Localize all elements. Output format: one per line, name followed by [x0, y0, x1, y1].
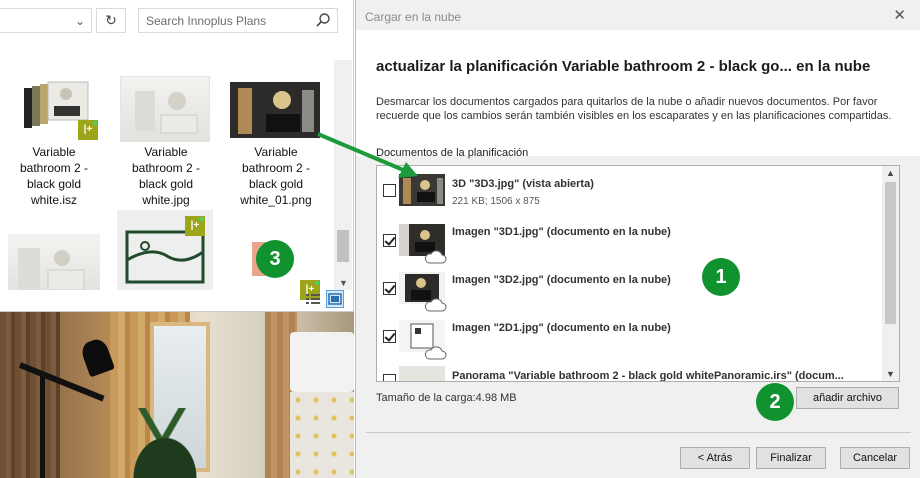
cloud-sync-badge-icon: |+ [185, 216, 205, 236]
document-checkbox[interactable] [383, 330, 396, 343]
divider [366, 432, 911, 433]
list-item[interactable]: Imagen "3D2.jpg" (documento en la nube) [377, 268, 882, 316]
upload-to-cloud-dialog: Cargar en la nube ✕ actualizar la planif… [355, 0, 920, 478]
list-item[interactable]: Imagen "3D1.jpg" (documento en la nube) [377, 220, 882, 268]
file-name: Variable bathroom 2 - black gold white.j… [131, 145, 201, 207]
file-item[interactable]: |+ [117, 210, 213, 290]
file-item[interactable] [0, 226, 110, 291]
file-item[interactable]: |+ Variable bathroom 2 - black gold whit… [0, 70, 110, 210]
jpg-thumbnail [120, 76, 210, 142]
list-item[interactable]: Imagen "2D1.jpg" (documento en la nube) [377, 316, 882, 364]
document-checkbox[interactable] [383, 282, 396, 295]
dialog-heading: actualizar la planificación Variable bat… [376, 58, 871, 75]
document-name: Panorama "Variable bathroom 2 - black go… [452, 370, 844, 382]
cloud-icon [424, 298, 447, 312]
file-item[interactable]: Variable bathroom 2 - black gold white.j… [112, 70, 222, 210]
cancel-button[interactable]: Cancelar [840, 447, 910, 469]
step-marker-3: 3 [256, 240, 294, 278]
address-bar[interactable]: ⌄ [0, 8, 92, 33]
document-checkbox[interactable] [383, 234, 396, 247]
finish-button[interactable]: Finalizar [756, 447, 826, 469]
3d-scene-background [0, 312, 354, 478]
dialog-header: actualizar la planificación Variable bat… [356, 30, 920, 156]
hex-tiles [290, 392, 354, 478]
document-checkbox[interactable] [383, 374, 396, 381]
floor-lamp [40, 372, 45, 478]
wood-panel [0, 312, 60, 478]
documents-list[interactable]: 3D "3D3.jpg" (vista abierta) 221 KB; 150… [376, 165, 900, 382]
jpg-thumbnail [8, 234, 100, 291]
plant [110, 408, 220, 478]
refresh-button[interactable]: ↻ [96, 8, 126, 33]
document-name: Imagen "3D1.jpg" (documento en la nube) [452, 226, 671, 238]
documents-list-scrollbar[interactable]: ▲ ▼ [882, 166, 899, 381]
step-marker-1: 1 [702, 258, 740, 296]
refresh-icon: ↻ [105, 12, 117, 28]
cloud-icon [424, 346, 447, 360]
details-view-button[interactable] [304, 290, 322, 308]
step-marker-2: 2 [756, 383, 794, 421]
document-details: 221 KB; 1506 x 875 [452, 196, 540, 207]
scroll-up-arrow-icon[interactable]: ▲ [886, 168, 895, 178]
search-icon[interactable] [315, 12, 331, 28]
document-thumbnail [399, 366, 445, 381]
scroll-down-arrow-icon[interactable]: ▼ [886, 369, 895, 379]
upload-size-label: Tamaño de la carga:4.98 MB [376, 392, 517, 404]
dialog-description: Desmarcar los documentos cargados para q… [376, 96, 892, 122]
scrollbar-thumb[interactable] [885, 182, 896, 324]
document-name: Imagen "2D1.jpg" (documento en la nube) [452, 322, 671, 334]
document-name: Imagen "3D2.jpg" (documento en la nube) [452, 274, 671, 286]
scroll-down-arrow-icon[interactable]: ▼ [339, 278, 348, 288]
large-icons-view-icon [328, 293, 342, 305]
scrollbar-thumb[interactable] [337, 230, 349, 262]
drag-arrow-annotation [317, 132, 418, 178]
cloud-sync-badge-icon: |+ [78, 120, 98, 140]
search-box[interactable] [138, 8, 338, 33]
cloud-icon [424, 250, 447, 264]
file-name: Variable bathroom 2 - black gold white.i… [19, 145, 89, 207]
dialog-title: Cargar en la nube [365, 10, 462, 24]
close-icon[interactable]: ✕ [893, 6, 906, 24]
details-view-icon [306, 294, 320, 304]
explorer-toolbar: ⌄ ↻ [0, 4, 354, 38]
search-input[interactable] [139, 9, 309, 32]
chevron-down-icon[interactable]: ⌄ [75, 14, 85, 28]
sink [290, 332, 354, 392]
document-name: 3D "3D3.jpg" (vista abierta) [452, 178, 594, 190]
large-icons-view-button[interactable] [326, 290, 344, 308]
list-item[interactable]: 3D "3D3.jpg" (vista abierta) 221 KB; 150… [377, 170, 882, 218]
list-item[interactable]: Panorama "Variable bathroom 2 - black go… [377, 364, 882, 382]
back-button[interactable]: < Atrás [680, 447, 750, 469]
add-file-button[interactable]: añadir archivo [796, 387, 899, 409]
